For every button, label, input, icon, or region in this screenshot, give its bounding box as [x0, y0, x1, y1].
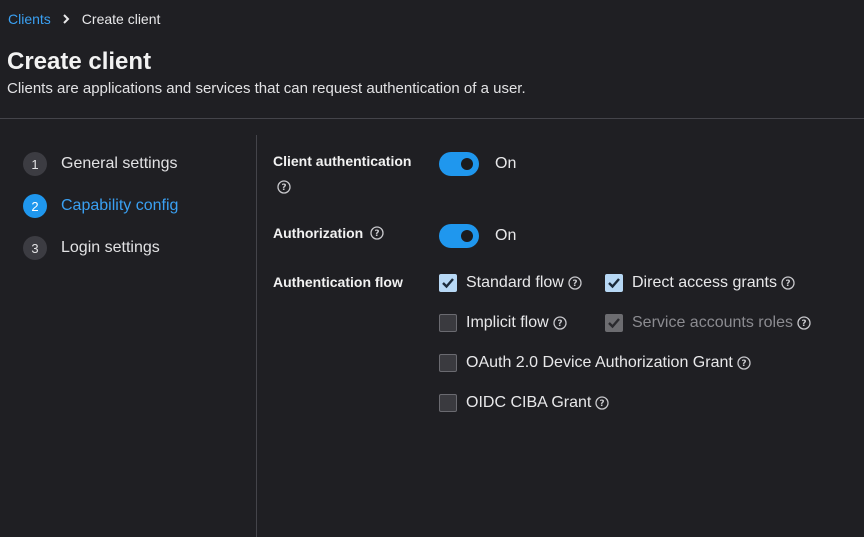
checkmark-icon	[442, 278, 454, 289]
authentication-flow-label: Authentication flow	[273, 274, 403, 290]
authorization-state: On	[495, 227, 517, 244]
help-circle-icon[interactable]: ?	[737, 356, 751, 370]
direct-access-grants-checkbox[interactable]: Direct access grants ?	[605, 274, 795, 292]
standard-flow-checkbox[interactable]: Standard flow ?	[439, 274, 582, 292]
help-circle-icon[interactable]: ?	[553, 316, 567, 330]
step-label: Capability config	[61, 197, 179, 214]
checkbox[interactable]	[439, 274, 457, 292]
oidc-ciba-grant-checkbox[interactable]: OIDC CIBA Grant ?	[439, 394, 610, 412]
svg-text:?: ?	[741, 359, 746, 369]
svg-text:?: ?	[785, 279, 790, 289]
client-authentication-state: On	[495, 155, 517, 172]
step-number: 1	[23, 152, 47, 176]
svg-text:?: ?	[572, 279, 577, 289]
service-accounts-roles-checkbox: Service accounts roles ?	[605, 314, 811, 332]
checkmark-icon	[608, 318, 620, 329]
client-authentication-label: Client authentication	[273, 153, 412, 169]
checkbox-label: OAuth 2.0 Device Authorization Grant	[466, 354, 733, 371]
header-divider	[0, 118, 864, 119]
authorization-label: Authorization	[273, 225, 364, 241]
client-authentication-toggle[interactable]	[439, 152, 479, 176]
help-circle-icon[interactable]: ?	[595, 396, 610, 410]
checkbox-label: Implicit flow	[466, 314, 549, 331]
chevron-right-icon	[62, 14, 70, 24]
step-label: Login settings	[61, 239, 160, 256]
svg-text:?: ?	[801, 319, 806, 329]
step-label: General settings	[61, 155, 178, 172]
checkbox-label: Direct access grants	[632, 274, 777, 291]
checkbox[interactable]	[439, 354, 457, 372]
breadcrumb-link-clients[interactable]: Clients	[8, 11, 51, 27]
authorization-toggle[interactable]	[439, 224, 479, 248]
toggle-knob	[461, 230, 473, 242]
checkbox	[605, 314, 623, 332]
toggle-knob	[461, 158, 473, 170]
checkbox[interactable]	[605, 274, 623, 292]
wizard-divider	[256, 135, 257, 537]
checkbox-label: Service accounts roles	[632, 314, 793, 331]
authorization-field: Authorization ?	[273, 225, 384, 241]
svg-text:?: ?	[557, 319, 562, 329]
wizard-step-capability-config[interactable]: 2 Capability config	[23, 194, 178, 218]
checkbox-label: Standard flow	[466, 274, 564, 291]
oauth-device-authorization-grant-checkbox[interactable]: OAuth 2.0 Device Authorization Grant ?	[439, 354, 751, 372]
wizard-step-general-settings[interactable]: 1 General settings	[23, 152, 178, 176]
checkbox-label: OIDC CIBA Grant	[466, 394, 592, 411]
help-circle-icon[interactable]: ?	[277, 180, 291, 194]
page-description: Clients are applications and services th…	[7, 80, 526, 97]
implicit-flow-checkbox[interactable]: Implicit flow ?	[439, 314, 567, 332]
wizard-step-login-settings[interactable]: 3 Login settings	[23, 236, 160, 260]
checkbox[interactable]	[439, 394, 457, 412]
breadcrumb: Clients Create client	[8, 11, 160, 27]
help-circle-icon[interactable]: ?	[797, 316, 811, 330]
breadcrumb-current: Create client	[81, 11, 161, 27]
checkmark-icon	[608, 278, 620, 289]
help-circle-icon[interactable]: ?	[370, 226, 384, 240]
step-number: 3	[23, 236, 47, 260]
help-circle-icon[interactable]: ?	[781, 276, 795, 290]
checkbox[interactable]	[439, 314, 457, 332]
step-number: 2	[23, 194, 47, 218]
page-title: Create client	[7, 48, 152, 75]
svg-text:?: ?	[600, 399, 605, 409]
svg-text:?: ?	[375, 229, 380, 239]
help-circle-icon[interactable]: ?	[568, 276, 582, 290]
svg-text:?: ?	[281, 183, 286, 193]
